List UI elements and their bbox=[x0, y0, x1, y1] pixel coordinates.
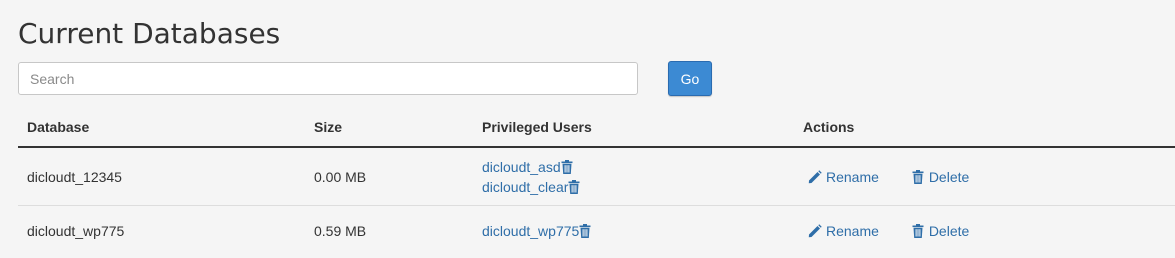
pencil-icon bbox=[808, 223, 822, 237]
rename-label: Rename bbox=[826, 222, 879, 239]
privileged-user-link[interactable]: dicloudt_asd bbox=[482, 159, 561, 175]
trash-icon[interactable] bbox=[568, 179, 580, 194]
current-databases-page: Current Databases Go Database Size Privi… bbox=[0, 0, 1175, 258]
table-header-row: Database Size Privileged Users Actions bbox=[18, 108, 1175, 148]
database-size: 0.59 MB bbox=[314, 222, 367, 239]
search-input[interactable] bbox=[18, 62, 638, 95]
privileged-user: dicloudt_wp775 bbox=[482, 221, 794, 241]
privileged-users-cell: dicloudt_wp775 bbox=[473, 206, 794, 256]
privileged-user-link[interactable]: dicloudt_clear bbox=[482, 179, 568, 195]
delete-label: Delete bbox=[928, 168, 970, 185]
table-row: dicloudt_12345 0.00 MB dicloudt_asd dicl… bbox=[18, 147, 1175, 206]
actions-cell: Rename Delete bbox=[794, 206, 1175, 256]
column-header-privileged-users: Privileged Users bbox=[473, 108, 794, 148]
column-header-actions: Actions bbox=[794, 108, 1175, 148]
pencil-icon bbox=[808, 169, 822, 183]
privileged-users-cell: dicloudt_asd dicloudt_clear bbox=[473, 147, 794, 206]
trash-icon[interactable] bbox=[561, 159, 573, 174]
rename-button[interactable]: Rename bbox=[808, 169, 879, 185]
database-name: dicloudt_12345 bbox=[18, 147, 305, 206]
go-button[interactable]: Go bbox=[668, 61, 712, 96]
page-title: Current Databases bbox=[18, 17, 281, 50]
databases-table: Database Size Privileged Users Actions d… bbox=[18, 108, 1175, 255]
privileged-user: dicloudt_clear bbox=[482, 177, 794, 197]
privileged-user-link[interactable]: dicloudt_wp775 bbox=[482, 223, 579, 239]
trash-icon bbox=[912, 223, 924, 238]
delete-button[interactable]: Delete bbox=[911, 169, 969, 185]
rename-button[interactable]: Rename bbox=[808, 223, 879, 239]
rename-label: Rename bbox=[826, 168, 879, 185]
actions-cell: Rename Delete bbox=[794, 147, 1175, 206]
database-name: dicloudt_wp775 bbox=[27, 222, 125, 239]
delete-button[interactable]: Delete bbox=[911, 223, 969, 239]
column-header-database: Database bbox=[18, 108, 305, 148]
database-size: 0.00 MB bbox=[305, 147, 473, 206]
privileged-user: dicloudt_asd bbox=[482, 157, 794, 177]
delete-label: Delete bbox=[928, 222, 970, 239]
column-header-size: Size bbox=[305, 108, 473, 148]
trash-icon[interactable] bbox=[579, 223, 591, 238]
trash-icon bbox=[912, 169, 924, 184]
table-row: dicloudt_wp775 0.59 MB dicloudt_wp775 Re… bbox=[18, 206, 1175, 256]
